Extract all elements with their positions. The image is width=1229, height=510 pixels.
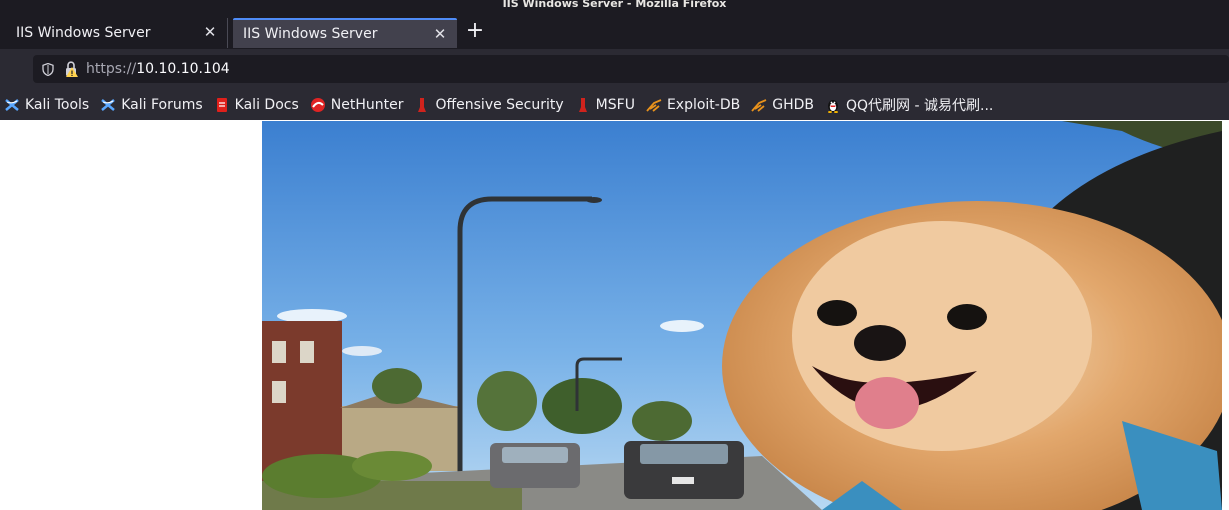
qq-penguin-icon (828, 100, 838, 113)
tab-label: IIS Windows Server (16, 25, 151, 41)
bookmark-msfu[interactable]: MSFU (575, 97, 635, 113)
bookmark-offensive-security[interactable]: Offensive Security (414, 97, 564, 113)
navigation-toolbar: https://10.10.10.104 (0, 49, 1229, 90)
page-photo-image (262, 121, 1222, 510)
bookmark-label: NetHunter (330, 97, 404, 113)
window-title-bar: IIS Windows Server - Mozilla Firefox (0, 0, 1229, 16)
bookmark-kali-forums[interactable]: Kali Forums (100, 97, 203, 113)
bookmark-label: Kali Docs (234, 97, 299, 113)
bookmark-label: Offensive Security (435, 97, 564, 113)
kali-icon (4, 97, 20, 113)
page-content (0, 120, 1229, 510)
exploitdb-icon (751, 99, 767, 112)
new-tab-button[interactable]: + (463, 18, 487, 44)
url-protocol: https:// (86, 61, 137, 77)
url-host: 10.10.10.104 (136, 61, 230, 77)
tab-strip: IIS Windows Server ✕ IIS Windows Server … (0, 16, 1229, 49)
tracking-protection-shield-icon[interactable] (42, 62, 54, 76)
bookmark-kali-tools[interactable]: Kali Tools (4, 97, 89, 113)
offsec-icon (578, 98, 587, 112)
bookmark-label: Kali Forums (121, 97, 203, 113)
nethunter-icon (310, 98, 325, 112)
bookmark-exploit-db[interactable]: Exploit-DB (646, 97, 740, 113)
bookmark-qq[interactable]: QQ代刷网 - 诚易代刷... (825, 95, 993, 115)
bookmark-ghdb[interactable]: GHDB (751, 97, 814, 113)
tab-iis-windows-server-2[interactable]: IIS Windows Server ✕ (233, 18, 457, 48)
close-tab-icon[interactable]: ✕ (201, 23, 219, 41)
insecure-lock-icon[interactable] (64, 61, 78, 77)
bookmark-label: Exploit-DB (666, 97, 741, 113)
tab-iis-windows-server-1[interactable]: IIS Windows Server ✕ (6, 18, 228, 48)
bookmark-label: Kali Tools (25, 97, 90, 113)
bookmark-kali-docs[interactable]: Kali Docs (214, 97, 299, 113)
bookmark-label: GHDB (772, 97, 814, 113)
offsec-icon (418, 98, 427, 112)
url-text[interactable]: https://10.10.10.104 (86, 61, 230, 77)
bookmark-label: QQ代刷网 - 诚易代刷... (846, 98, 994, 114)
close-tab-icon[interactable]: ✕ (431, 25, 449, 43)
kali-docs-icon (216, 98, 227, 112)
address-bar[interactable]: https://10.10.10.104 (33, 55, 1229, 83)
bookmark-label: MSFU (595, 97, 635, 113)
bookmark-nethunter[interactable]: NetHunter (310, 97, 404, 113)
tab-label: IIS Windows Server (243, 26, 378, 42)
exploitdb-icon (646, 99, 662, 112)
dog-street-photo (262, 121, 1222, 510)
bookmarks-toolbar: Kali Tools Kali Forums Kali Docs NetHunt… (0, 90, 1229, 120)
kali-icon (101, 99, 116, 111)
window-title: IIS Windows Server - Mozilla Firefox (502, 0, 727, 10)
